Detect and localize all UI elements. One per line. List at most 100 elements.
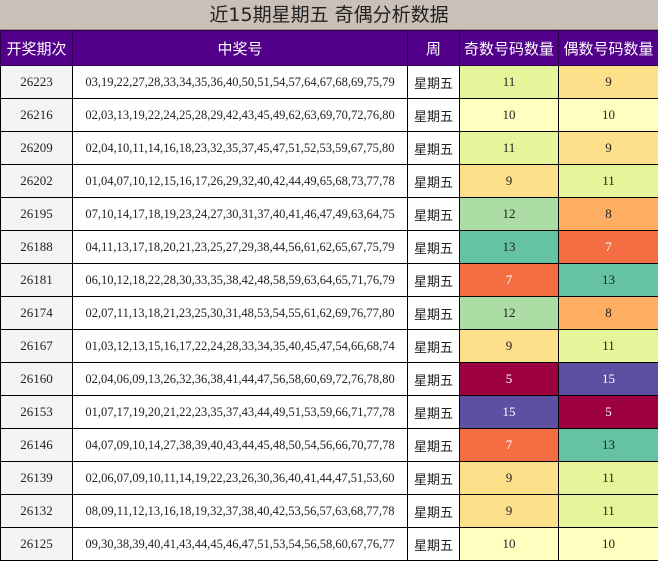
issue-cell: 26125	[1, 528, 73, 561]
odd-count-cell: 9	[460, 495, 559, 528]
numbers-cell: 08,09,11,12,13,16,18,19,32,37,38,40,42,5…	[73, 495, 408, 528]
week-cell: 星期五	[408, 429, 460, 462]
page: 近15期星期五 奇偶分析数据 开奖期次 中奖号 周 奇数号码数量 偶数号码数量 …	[0, 0, 658, 560]
even-count-cell: 11	[559, 462, 658, 495]
header-even-count: 偶数号码数量	[559, 31, 658, 66]
week-cell: 星期五	[408, 264, 460, 297]
table-row: 2614604,07,09,10,14,27,38,39,40,43,44,45…	[1, 429, 658, 462]
issue-cell: 26216	[1, 99, 73, 132]
odd-count-cell: 11	[460, 66, 559, 99]
issue-cell: 26139	[1, 462, 73, 495]
numbers-cell: 09,30,38,39,40,41,43,44,45,46,47,51,53,5…	[73, 528, 408, 561]
table-header-row: 开奖期次 中奖号 周 奇数号码数量 偶数号码数量	[1, 31, 658, 66]
odd-count-cell: 7	[460, 429, 559, 462]
table-body: 2622303,19,22,27,28,33,34,35,36,40,50,51…	[1, 66, 658, 561]
table-row: 2613208,09,11,12,13,16,18,19,32,37,38,40…	[1, 495, 658, 528]
odd-count-cell: 7	[460, 264, 559, 297]
table-row: 2617402,07,11,13,18,21,23,25,30,31,48,53…	[1, 297, 658, 330]
odd-count-cell: 10	[460, 99, 559, 132]
odd-count-cell: 11	[460, 132, 559, 165]
header-week: 周	[408, 31, 460, 66]
numbers-cell: 04,07,09,10,14,27,38,39,40,43,44,45,48,5…	[73, 429, 408, 462]
even-count-cell: 8	[559, 198, 658, 231]
week-cell: 星期五	[408, 495, 460, 528]
odd-count-cell: 9	[460, 330, 559, 363]
even-count-cell: 10	[559, 528, 658, 561]
week-cell: 星期五	[408, 198, 460, 231]
week-cell: 星期五	[408, 99, 460, 132]
page-title: 近15期星期五 奇偶分析数据	[0, 0, 658, 30]
issue-cell: 26132	[1, 495, 73, 528]
even-count-cell: 9	[559, 132, 658, 165]
even-count-cell: 11	[559, 165, 658, 198]
table-row: 2613902,06,07,09,10,11,14,19,22,23,26,30…	[1, 462, 658, 495]
issue-cell: 26202	[1, 165, 73, 198]
table-row: 2622303,19,22,27,28,33,34,35,36,40,50,51…	[1, 66, 658, 99]
week-cell: 星期五	[408, 528, 460, 561]
week-cell: 星期五	[408, 462, 460, 495]
table-row: 2621602,03,13,19,22,24,25,28,29,42,43,45…	[1, 99, 658, 132]
even-count-cell: 5	[559, 396, 658, 429]
odd-count-cell: 15	[460, 396, 559, 429]
odd-count-cell: 5	[460, 363, 559, 396]
issue-cell: 26174	[1, 297, 73, 330]
numbers-cell: 01,07,17,19,20,21,22,23,35,37,43,44,49,5…	[73, 396, 408, 429]
week-cell: 星期五	[408, 396, 460, 429]
table-row: 2618106,10,12,18,22,28,30,33,35,38,42,48…	[1, 264, 658, 297]
table-row: 2616002,04,06,09,13,26,32,36,38,41,44,47…	[1, 363, 658, 396]
issue-cell: 26167	[1, 330, 73, 363]
numbers-cell: 02,04,06,09,13,26,32,36,38,41,44,47,56,5…	[73, 363, 408, 396]
odd-even-table: 开奖期次 中奖号 周 奇数号码数量 偶数号码数量 2622303,19,22,2…	[0, 30, 658, 561]
even-count-cell: 13	[559, 264, 658, 297]
odd-count-cell: 10	[460, 528, 559, 561]
table-row: 2616701,03,12,13,15,16,17,22,24,28,33,34…	[1, 330, 658, 363]
even-count-cell: 10	[559, 99, 658, 132]
odd-count-cell: 13	[460, 231, 559, 264]
week-cell: 星期五	[408, 297, 460, 330]
table-row: 2619507,10,14,17,18,19,23,24,27,30,31,37…	[1, 198, 658, 231]
table-row: 2620201,04,07,10,12,15,16,17,26,29,32,40…	[1, 165, 658, 198]
numbers-cell: 01,03,12,13,15,16,17,22,24,28,33,34,35,4…	[73, 330, 408, 363]
week-cell: 星期五	[408, 132, 460, 165]
odd-count-cell: 12	[460, 297, 559, 330]
week-cell: 星期五	[408, 363, 460, 396]
numbers-cell: 02,06,07,09,10,11,14,19,22,23,26,30,36,4…	[73, 462, 408, 495]
even-count-cell: 9	[559, 66, 658, 99]
numbers-cell: 01,04,07,10,12,15,16,17,26,29,32,40,42,4…	[73, 165, 408, 198]
even-count-cell: 11	[559, 495, 658, 528]
header-odd-count: 奇数号码数量	[460, 31, 559, 66]
week-cell: 星期五	[408, 330, 460, 363]
odd-count-cell: 9	[460, 462, 559, 495]
even-count-cell: 7	[559, 231, 658, 264]
numbers-cell: 02,07,11,13,18,21,23,25,30,31,48,53,54,5…	[73, 297, 408, 330]
numbers-cell: 02,04,10,11,14,16,18,23,32,35,37,45,47,5…	[73, 132, 408, 165]
even-count-cell: 8	[559, 297, 658, 330]
header-issue: 开奖期次	[1, 31, 73, 66]
odd-count-cell: 9	[460, 165, 559, 198]
even-count-cell: 11	[559, 330, 658, 363]
issue-cell: 26160	[1, 363, 73, 396]
table-row: 2620902,04,10,11,14,16,18,23,32,35,37,45…	[1, 132, 658, 165]
table-row: 2615301,07,17,19,20,21,22,23,35,37,43,44…	[1, 396, 658, 429]
issue-cell: 26146	[1, 429, 73, 462]
issue-cell: 26195	[1, 198, 73, 231]
even-count-cell: 15	[559, 363, 658, 396]
table-row: 2618804,11,13,17,18,20,21,23,25,27,29,38…	[1, 231, 658, 264]
odd-count-cell: 12	[460, 198, 559, 231]
week-cell: 星期五	[408, 231, 460, 264]
week-cell: 星期五	[408, 66, 460, 99]
numbers-cell: 03,19,22,27,28,33,34,35,36,40,50,51,54,5…	[73, 66, 408, 99]
numbers-cell: 06,10,12,18,22,28,30,33,35,38,42,48,58,5…	[73, 264, 408, 297]
week-cell: 星期五	[408, 165, 460, 198]
issue-cell: 26188	[1, 231, 73, 264]
numbers-cell: 02,03,13,19,22,24,25,28,29,42,43,45,49,6…	[73, 99, 408, 132]
issue-cell: 26181	[1, 264, 73, 297]
numbers-cell: 07,10,14,17,18,19,23,24,27,30,31,37,40,4…	[73, 198, 408, 231]
header-numbers: 中奖号	[73, 31, 408, 66]
table-row: 2612509,30,38,39,40,41,43,44,45,46,47,51…	[1, 528, 658, 561]
even-count-cell: 13	[559, 429, 658, 462]
issue-cell: 26153	[1, 396, 73, 429]
issue-cell: 26223	[1, 66, 73, 99]
numbers-cell: 04,11,13,17,18,20,21,23,25,27,29,38,44,5…	[73, 231, 408, 264]
issue-cell: 26209	[1, 132, 73, 165]
